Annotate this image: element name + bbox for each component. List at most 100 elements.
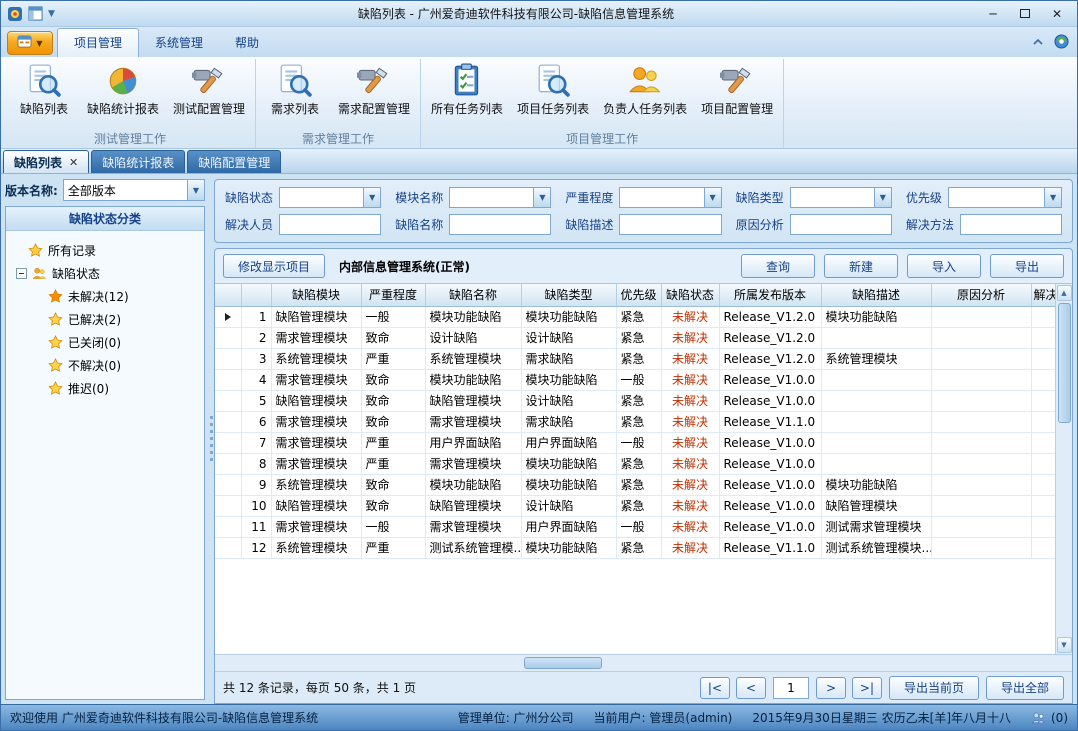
next-page-button[interactable]: >	[816, 677, 846, 699]
table-cell[interactable]	[1031, 411, 1055, 432]
help-icon[interactable]	[1054, 34, 1069, 52]
table-cell[interactable]: 未解决	[661, 369, 719, 390]
table-cell[interactable]: 紧急	[616, 411, 661, 432]
table-cell[interactable]: Release_V1.0.0	[719, 369, 821, 390]
table-cell[interactable]: 未解决	[661, 306, 719, 327]
table-cell[interactable]: 未解决	[661, 432, 719, 453]
row-selector-cell[interactable]	[215, 516, 241, 537]
ribbon-button[interactable]: 需求列表	[259, 59, 331, 117]
table-cell[interactable]: 缺陷管理模块	[821, 495, 931, 516]
table-cell[interactable]: Release_V1.0.0	[719, 453, 821, 474]
table-cell[interactable]: 模块功能缺陷	[425, 369, 521, 390]
table-row[interactable]: 2需求管理模块致命设计缺陷设计缺陷紧急未解决Release_V1.2.0	[215, 327, 1055, 348]
row-selector-cell[interactable]	[215, 411, 241, 432]
table-cell[interactable]: 模块功能缺陷	[521, 474, 616, 495]
table-cell[interactable]: 缺陷管理模块	[425, 495, 521, 516]
column-header[interactable]: 缺陷类型	[521, 284, 616, 306]
version-select[interactable]: 全部版本 ▼	[63, 179, 205, 201]
filter-combobox[interactable]: ▼	[279, 187, 381, 208]
collapse-ribbon-icon[interactable]	[1032, 36, 1044, 50]
table-cell[interactable]	[821, 432, 931, 453]
table-cell[interactable]: 严重	[361, 432, 425, 453]
table-row[interactable]: 3系统管理模块严重系统管理模块需求缺陷紧急未解决Release_V1.2.0系统…	[215, 348, 1055, 369]
ribbon-button[interactable]: 项目任务列表	[510, 59, 596, 117]
table-cell[interactable]: 缺陷管理模块	[271, 390, 361, 411]
close-icon[interactable]: ✕	[69, 156, 78, 169]
table-cell[interactable]: 一般	[361, 306, 425, 327]
column-header[interactable]: 原因分析	[931, 284, 1031, 306]
application-menu-button[interactable]: ▼	[7, 31, 53, 55]
table-row[interactable]: 11需求管理模块一般需求管理模块用户界面缺陷一般未解决Release_V1.0.…	[215, 516, 1055, 537]
ribbon-button[interactable]: 所有任务列表	[424, 59, 510, 117]
table-row[interactable]: 9系统管理模块致命模块功能缺陷模块功能缺陷紧急未解决Release_V1.0.0…	[215, 474, 1055, 495]
table-cell[interactable]: 需求管理模块	[425, 516, 521, 537]
table-cell[interactable]: 缺陷管理模块	[271, 495, 361, 516]
maximize-button[interactable]	[1009, 3, 1041, 25]
row-selector-cell[interactable]	[215, 537, 241, 558]
table-cell[interactable]: 紧急	[616, 390, 661, 411]
table-cell[interactable]: 致命	[361, 495, 425, 516]
column-header[interactable]: 缺陷状态	[661, 284, 719, 306]
row-selector-cell[interactable]	[215, 348, 241, 369]
table-cell[interactable]	[931, 390, 1031, 411]
tree-item[interactable]: 缺陷状态	[10, 262, 200, 285]
row-selector-cell[interactable]	[215, 495, 241, 516]
table-cell[interactable]: 模块功能缺陷	[425, 474, 521, 495]
close-button[interactable]: ✕	[1041, 3, 1073, 25]
table-cell[interactable]: 紧急	[616, 537, 661, 558]
chevron-down-icon[interactable]: ▼	[704, 188, 721, 207]
table-cell[interactable]: 需求管理模块	[271, 516, 361, 537]
column-header[interactable]: 缺陷描述	[821, 284, 931, 306]
chevron-down-icon[interactable]: ▼	[187, 180, 204, 200]
filter-input[interactable]	[449, 214, 551, 235]
table-cell[interactable]	[931, 432, 1031, 453]
document-tab[interactable]: 缺陷统计报表	[91, 150, 185, 173]
table-cell[interactable]	[1031, 306, 1055, 327]
table-cell[interactable]	[931, 474, 1031, 495]
ribbon-tab[interactable]: 系统管理	[139, 29, 219, 57]
table-cell[interactable]: 系统管理模块	[271, 474, 361, 495]
table-row[interactable]: 5缺陷管理模块致命缺陷管理模块设计缺陷紧急未解决Release_V1.0.0	[215, 390, 1055, 411]
filter-combobox[interactable]: ▼	[948, 187, 1062, 208]
table-cell[interactable]	[931, 537, 1031, 558]
table-cell[interactable]	[821, 453, 931, 474]
ribbon-tab[interactable]: 项目管理	[57, 28, 139, 57]
table-cell[interactable]	[1031, 369, 1055, 390]
tree-item[interactable]: 未解决(12)	[10, 285, 200, 308]
table-cell[interactable]	[931, 516, 1031, 537]
table-cell[interactable]: 测试需求管理模块	[821, 516, 931, 537]
last-page-button[interactable]: >|	[852, 677, 882, 699]
table-cell[interactable]: 需求管理模块	[425, 453, 521, 474]
filter-combobox[interactable]: ▼	[449, 187, 551, 208]
filter-input[interactable]	[619, 214, 721, 235]
minimize-button[interactable]: ─	[977, 3, 1009, 25]
table-cell[interactable]: 未解决	[661, 474, 719, 495]
table-cell[interactable]: 模块功能缺陷	[521, 369, 616, 390]
query-button[interactable]: 查询	[741, 254, 815, 278]
ribbon-button[interactable]: 项目配置管理	[694, 59, 780, 117]
table-row[interactable]: 10缺陷管理模块致命缺陷管理模块设计缺陷紧急未解决Release_V1.0.0缺…	[215, 495, 1055, 516]
table-cell[interactable]: 致命	[361, 411, 425, 432]
table-cell[interactable]	[821, 390, 931, 411]
table-cell[interactable]	[1031, 537, 1055, 558]
filter-input[interactable]	[790, 214, 892, 235]
chevron-down-icon[interactable]: ▼	[363, 188, 380, 207]
table-cell[interactable]: 系统管理模块	[425, 348, 521, 369]
scroll-down-icon[interactable]: ▼	[1057, 637, 1072, 653]
table-cell[interactable]: 致命	[361, 474, 425, 495]
table-cell[interactable]: 系统管理模块	[271, 348, 361, 369]
table-cell[interactable]: 未解决	[661, 327, 719, 348]
table-cell[interactable]: 一般	[361, 516, 425, 537]
table-cell[interactable]: Release_V1.0.0	[719, 495, 821, 516]
horizontal-scrollbar[interactable]	[215, 654, 1072, 671]
column-header[interactable]: 严重程度	[361, 284, 425, 306]
table-cell[interactable]	[821, 411, 931, 432]
filter-input[interactable]	[279, 214, 381, 235]
table-cell[interactable]: 模块功能缺陷	[521, 453, 616, 474]
table-cell[interactable]	[1031, 516, 1055, 537]
table-cell[interactable]	[931, 348, 1031, 369]
table-row[interactable]: 1缺陷管理模块一般模块功能缺陷模块功能缺陷紧急未解决Release_V1.2.0…	[215, 306, 1055, 327]
vertical-scrollbar[interactable]: ▲ ▼	[1055, 284, 1072, 654]
export-current-page-button[interactable]: 导出当前页	[889, 676, 979, 700]
table-cell[interactable]	[1031, 453, 1055, 474]
